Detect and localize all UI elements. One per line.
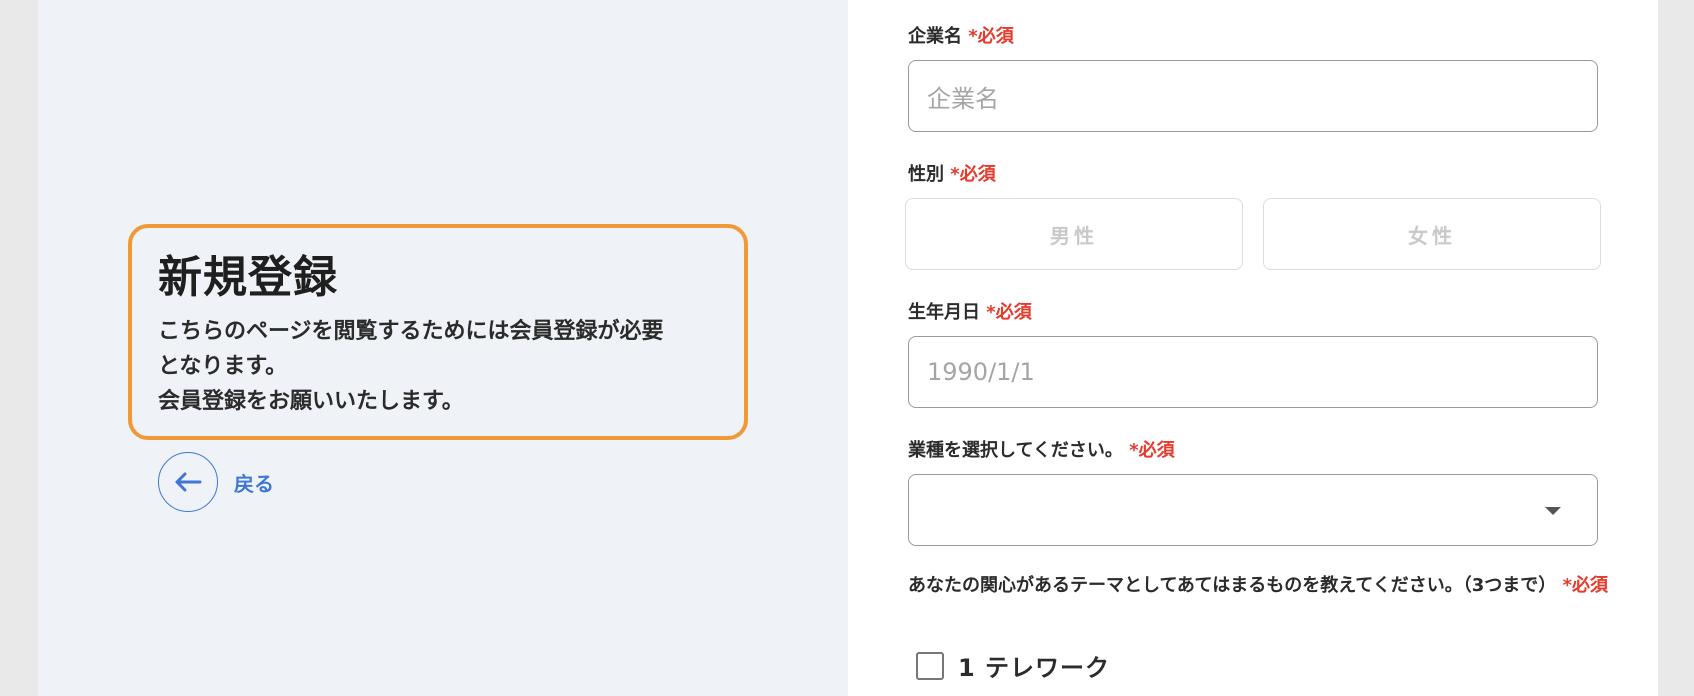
industry-label-text: 業種を選択してください。 xyxy=(908,440,1123,461)
required-mark: *必須 xyxy=(968,26,1014,47)
required-mark: *必須 xyxy=(1562,575,1608,596)
intro-description: こちらのページを閲覧するためには会員登録が必要 となります。 会員登録をお願いい… xyxy=(158,314,718,419)
company-input[interactable]: 企業名 xyxy=(908,60,1598,132)
back-link[interactable]: 戻る xyxy=(158,452,274,512)
interest-option-label-1[interactable]: 1 テレワーク xyxy=(958,648,1110,683)
interest-checkbox-1[interactable] xyxy=(916,651,944,680)
gender-male-button[interactable]: 男性 xyxy=(905,198,1243,270)
birthday-label: 生年月日 *必須 xyxy=(908,298,1032,324)
intro-line-1: こちらのページを閲覧するためには会員登録が必要 xyxy=(158,319,664,344)
intro-line-3: 会員登録をお願いいたします。 xyxy=(158,389,464,414)
birthday-placeholder: 1990/1/1 xyxy=(927,358,1035,386)
company-label: 企業名 *必須 xyxy=(908,22,1014,48)
company-label-text: 企業名 xyxy=(908,26,962,47)
arrow-left-icon xyxy=(175,472,202,492)
interest-option-1[interactable]: 1 テレワーク xyxy=(916,648,1110,683)
birthday-input[interactable]: 1990/1/1 xyxy=(908,336,1598,408)
birthday-label-text: 生年月日 xyxy=(908,302,980,323)
industry-select[interactable] xyxy=(908,474,1598,546)
intro-line-2: となります。 xyxy=(158,354,288,379)
back-label[interactable]: 戻る xyxy=(234,468,274,497)
back-button[interactable] xyxy=(158,452,218,512)
required-mark: *必須 xyxy=(986,302,1032,323)
gender-female-button[interactable]: 女性 xyxy=(1263,198,1601,270)
required-mark: *必須 xyxy=(1129,440,1175,461)
dropdown-arrow-icon xyxy=(1545,507,1561,515)
required-mark: *必須 xyxy=(950,164,996,185)
gender-label: 性別 *必須 xyxy=(908,160,996,186)
intro-box: 新規登録 こちらのページを閲覧するためには会員登録が必要 となります。 会員登録… xyxy=(128,224,748,440)
interests-label-text: あなたの関心があるテーマとしてあてはまるものを教えてください。（3つまで） xyxy=(908,575,1557,596)
gender-label-text: 性別 xyxy=(908,164,944,185)
industry-label: 業種を選択してください。 *必須 xyxy=(908,436,1175,462)
company-placeholder: 企業名 xyxy=(927,84,999,113)
interests-label: あなたの関心があるテーマとしてあてはまるものを教えてください。（3つまで） *必… xyxy=(908,572,1608,599)
page-title: 新規登録 xyxy=(158,252,338,303)
